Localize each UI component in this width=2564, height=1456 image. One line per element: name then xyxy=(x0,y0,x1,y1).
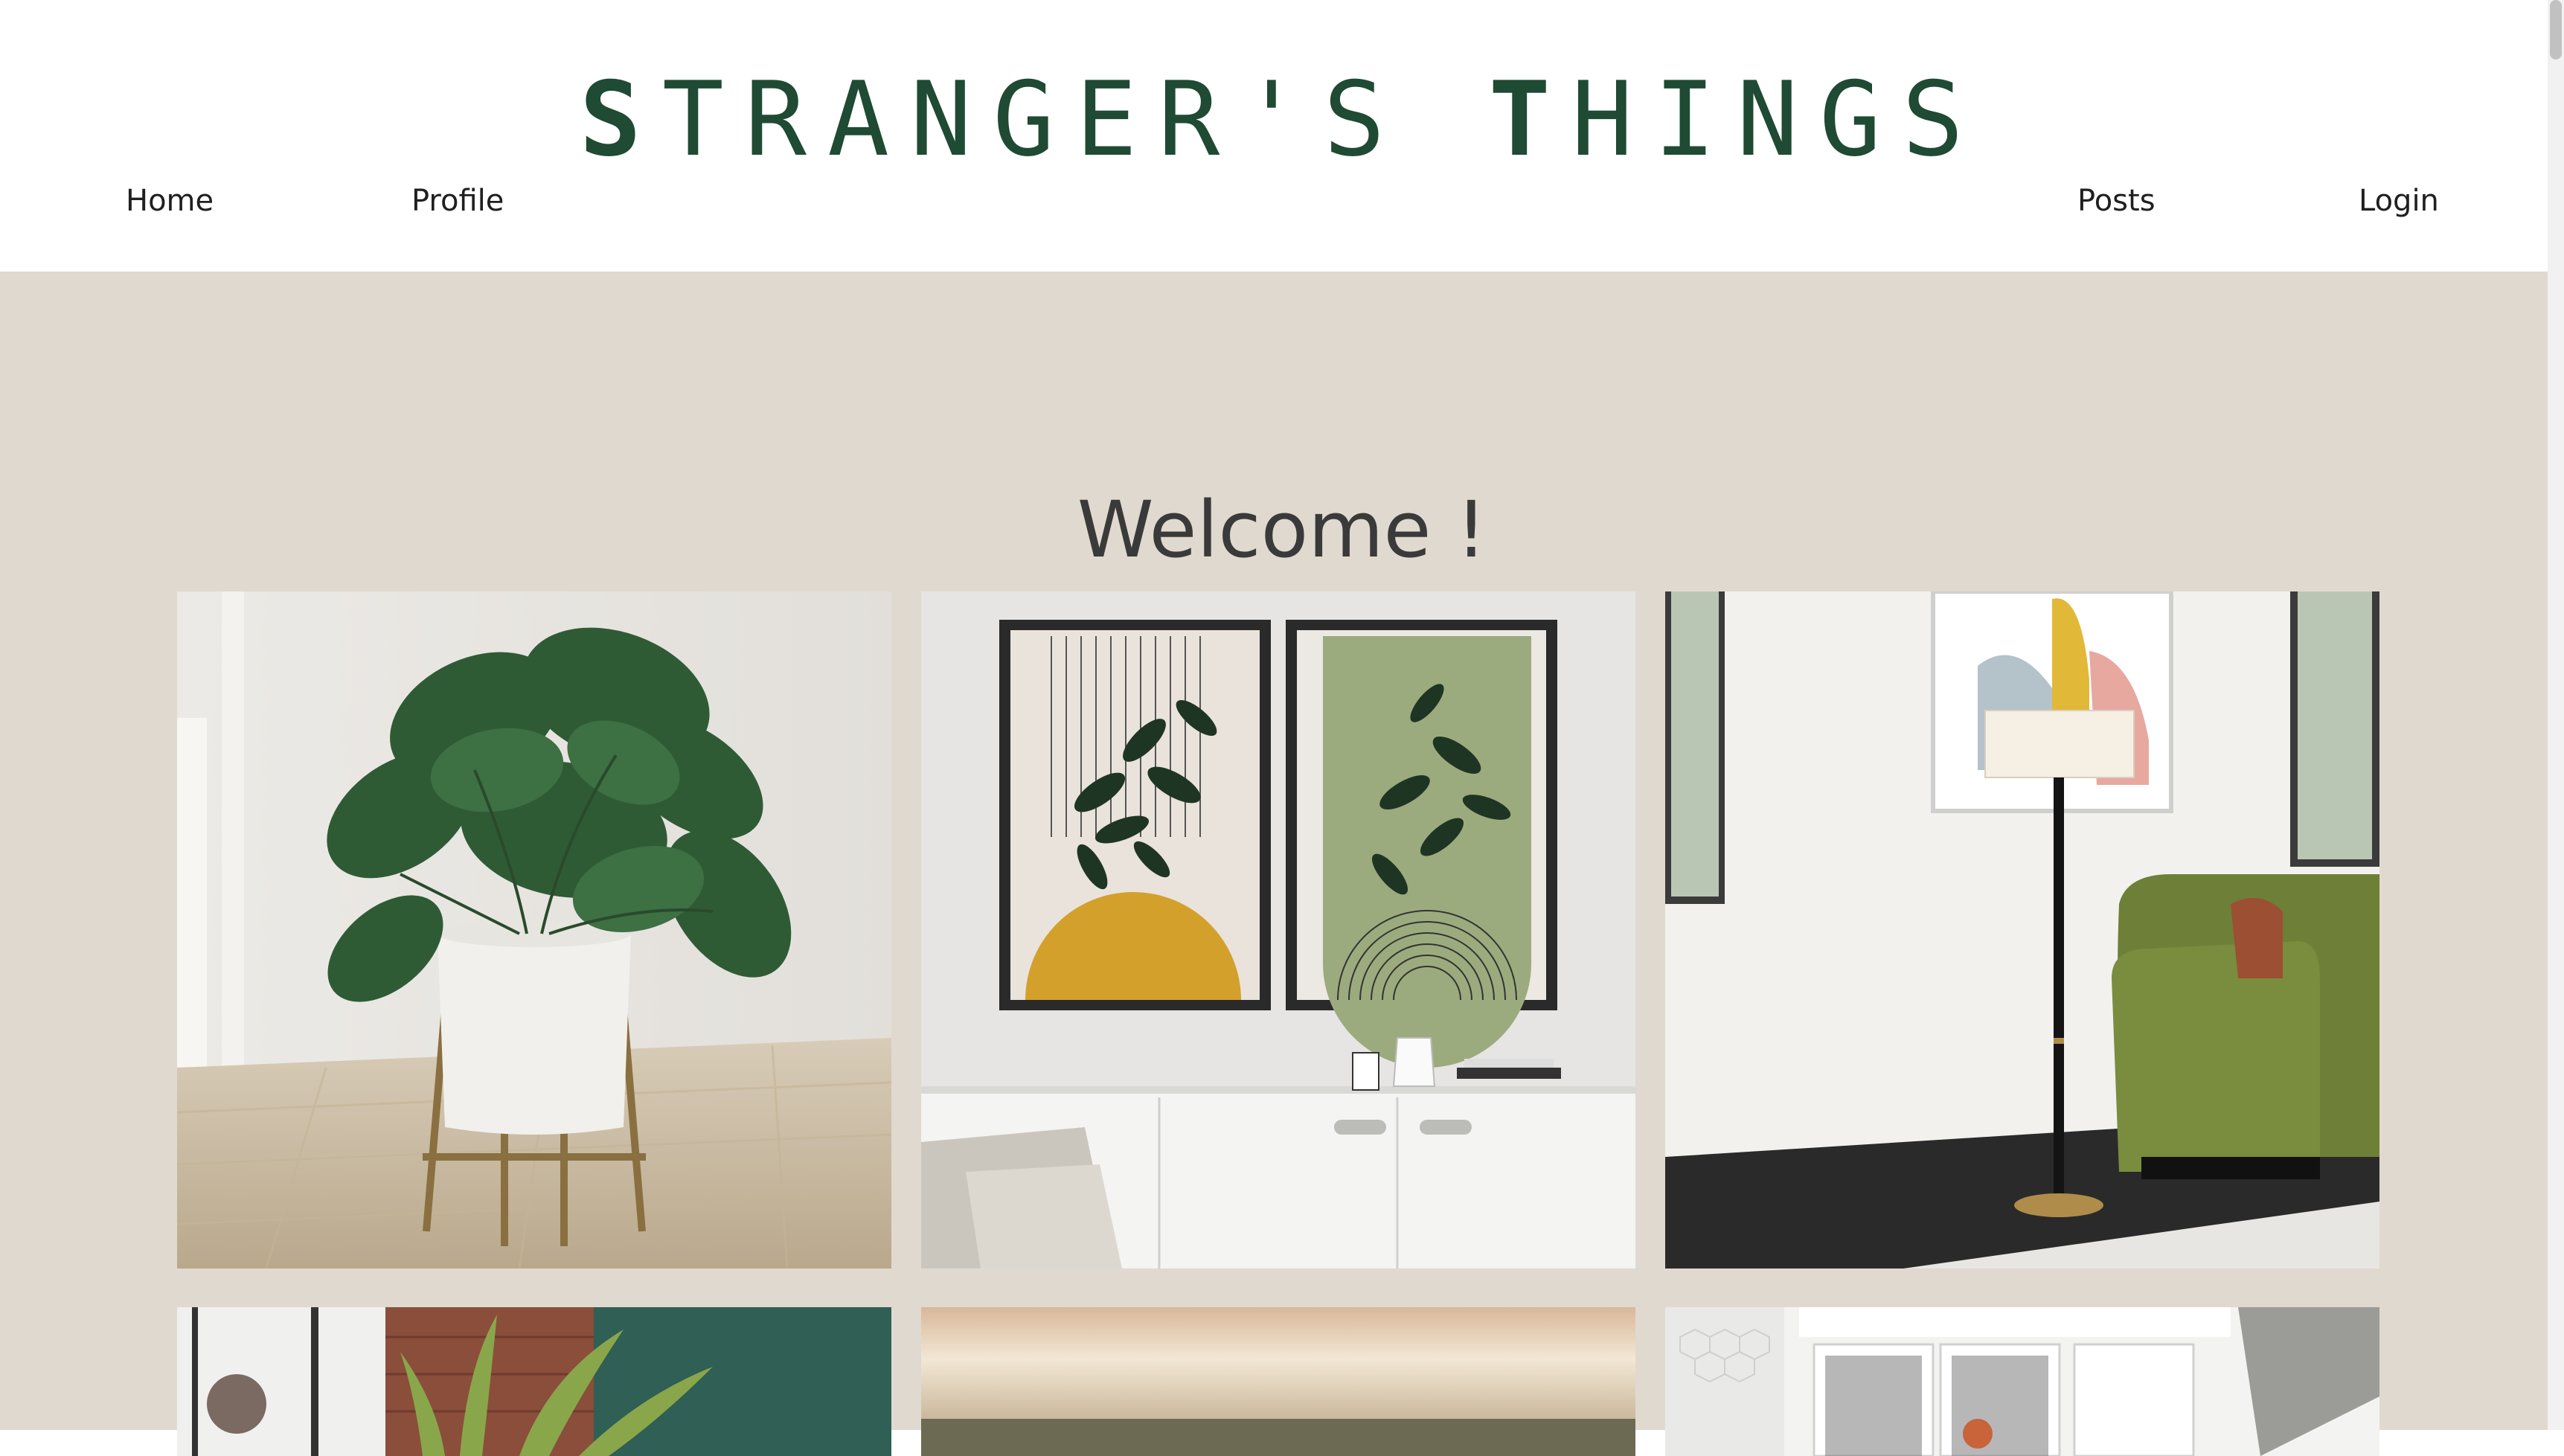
plant-image xyxy=(177,591,891,1269)
page-scrollbar[interactable] xyxy=(2548,0,2564,1430)
post-card-plant[interactable] xyxy=(177,591,891,1269)
snake-plant-image xyxy=(177,1307,891,1456)
nav-login-link[interactable]: Login xyxy=(2359,186,2439,216)
kitchen-image xyxy=(1665,1307,2379,1456)
brand-text-1: TRANGER'S xyxy=(661,60,1489,179)
post-card-living-room[interactable] xyxy=(1665,591,2379,1269)
living-room-image xyxy=(1665,591,2379,1269)
post-card-art[interactable] xyxy=(921,591,1635,1269)
welcome-heading: Welcome ! xyxy=(1077,484,1487,575)
post-card-shelf[interactable] xyxy=(921,1307,1635,1456)
scrollbar-thumb[interactable] xyxy=(2550,0,2562,60)
post-card-snake-plant[interactable] xyxy=(177,1307,891,1456)
nav-home-link[interactable]: Home xyxy=(126,186,214,216)
nav-posts-link[interactable]: Posts xyxy=(2077,186,2156,216)
post-card-kitchen[interactable] xyxy=(1665,1307,2379,1456)
art-prints-image xyxy=(921,591,1635,1269)
brand-initial-t: T xyxy=(1488,60,1571,179)
brand-initial-s: S xyxy=(579,60,662,179)
nav-profile-link[interactable]: Profile xyxy=(411,186,504,216)
main-content: Welcome ! xyxy=(0,272,2564,1456)
site-logo[interactable]: STRANGER'S THINGS xyxy=(0,68,2564,171)
shelf-image xyxy=(921,1307,1635,1456)
brand-text-2: HINGS xyxy=(1571,60,1985,179)
site-header: STRANGER'S THINGS Home Profile Posts Log… xyxy=(0,0,2564,272)
